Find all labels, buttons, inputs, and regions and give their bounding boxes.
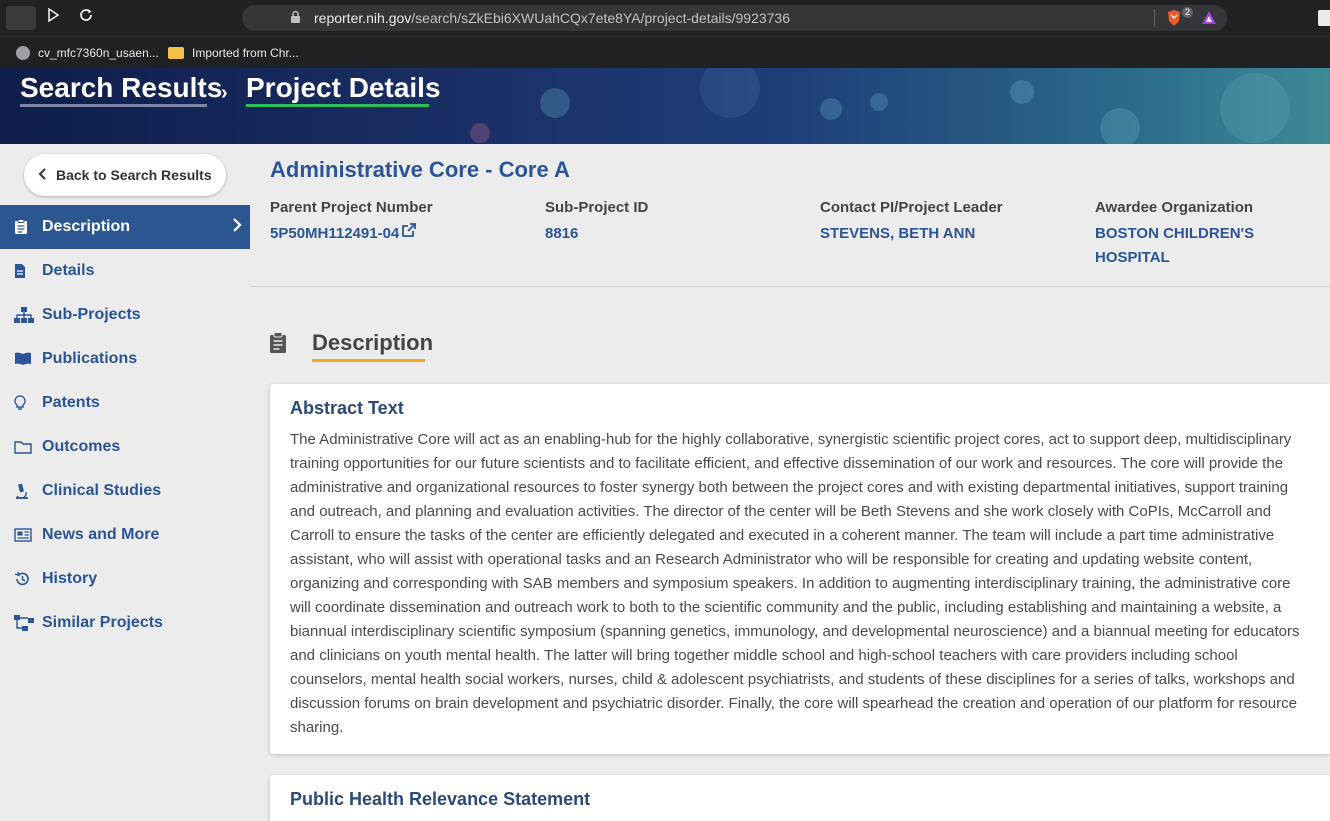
url-path: /search/sZkEbi6XWUahCQx7ete8YA/project-d… <box>411 10 791 26</box>
sidebar-item-label: Clinical Studies <box>42 482 162 499</box>
sidebar-item-details[interactable]: Details <box>0 249 250 293</box>
bookmark-folder[interactable]: Imported from Chr... <box>168 43 299 63</box>
reload-icon[interactable] <box>75 7 97 29</box>
microscope-icon <box>14 483 34 499</box>
breadcrumb-separator: › <box>221 82 228 104</box>
chevron-right-icon <box>232 217 242 238</box>
section-title: Description <box>312 330 434 355</box>
banner-decoration <box>1010 80 1034 104</box>
clipboard-icon <box>14 219 34 235</box>
project-title: Administrative Core - Core A <box>270 157 570 182</box>
public-health-title: Public Health Relevance Statement <box>290 789 591 809</box>
banner-decoration <box>870 93 888 111</box>
breadcrumb-search-results[interactable]: Search Results <box>20 72 222 104</box>
sidebar-item-label: Sub-Projects <box>42 306 141 323</box>
external-link-icon[interactable] <box>401 222 417 246</box>
lock-icon <box>291 10 300 23</box>
globe-icon <box>16 46 30 60</box>
back-to-search-button[interactable]: Back to Search Results <box>24 154 226 196</box>
tab-stub[interactable] <box>6 6 36 30</box>
bookmark-label: cv_mfc7360n_usaen... <box>38 46 159 60</box>
sidebar-item-label: Publications <box>42 350 138 367</box>
clipboard-icon <box>270 332 286 353</box>
folder-icon <box>14 439 34 455</box>
abstract-title: Abstract Text <box>290 398 404 418</box>
sidebar-item-label: Patents <box>42 394 100 411</box>
sidebar-item-description[interactable]: Description <box>0 205 250 249</box>
document-icon <box>14 263 34 279</box>
section-title-underline <box>312 359 425 362</box>
lightbulb-icon <box>14 395 34 411</box>
back-button-label: Back to Search Results <box>56 167 212 183</box>
folder-icon <box>168 47 184 59</box>
parent-project-field: Parent Project Number 5P50MH112491-04 <box>270 199 530 246</box>
sidebar-item-label: Details <box>42 262 95 279</box>
header-divider <box>250 286 1330 287</box>
brave-rewards-icon[interactable] <box>1201 10 1217 26</box>
history-icon <box>14 571 34 587</box>
sidebar-item-patents[interactable]: Patents <box>0 381 250 425</box>
abstract-card: Abstract Text The Administrative Core wi… <box>270 384 1330 754</box>
book-icon <box>14 351 34 367</box>
sidebar-item-label: History <box>42 570 98 587</box>
sidebar-item-history[interactable]: History <box>0 557 250 601</box>
sub-project-id-label: Sub-Project ID <box>545 199 649 216</box>
play-icon[interactable] <box>42 7 64 29</box>
breadcrumb-active-underline <box>246 104 429 107</box>
sidebar-item-clinical-studies[interactable]: Clinical Studies <box>0 469 250 513</box>
contact-pi-label: Contact PI/Project Leader <box>820 199 1003 216</box>
sidebar-item-publications[interactable]: Publications <box>0 337 250 381</box>
awardee-org-link[interactable]: BOSTON CHILDREN'S HOSPITAL <box>1095 222 1295 270</box>
public-health-card: Public Health Relevance Statement <box>270 775 1330 821</box>
breadcrumb-underline <box>20 104 207 107</box>
sub-project-id-field: Sub-Project ID 8816 <box>545 199 805 246</box>
brave-shield-icon[interactable] <box>1166 9 1182 27</box>
banner-decoration <box>540 88 570 118</box>
parent-project-label: Parent Project Number <box>270 199 433 216</box>
bookmarks-bar: cv_mfc7360n_usaen... Imported from Chr..… <box>0 36 1330 68</box>
parent-project-link[interactable]: 5P50MH112491-04 <box>270 225 399 242</box>
sidebar-item-news-and-more[interactable]: News and More <box>0 513 250 557</box>
banner-decoration <box>1100 108 1140 144</box>
network-icon <box>14 615 34 631</box>
extension-icon[interactable] <box>1318 10 1330 26</box>
chevron-left-icon <box>38 167 48 184</box>
address-bar[interactable]: reporter.nih.gov/search/sZkEbi6XWUahCQx7… <box>242 5 1227 31</box>
banner-decoration <box>820 98 842 120</box>
sidebar-item-outcomes[interactable]: Outcomes <box>0 425 250 469</box>
url-divider <box>1154 9 1155 27</box>
shield-count-badge: 2 <box>1182 7 1194 18</box>
sidebar-item-label: Description <box>42 218 131 235</box>
url-host: reporter.nih.gov <box>314 10 412 26</box>
awardee-org-field: Awardee Organization BOSTON CHILDREN'S H… <box>1095 199 1295 270</box>
contact-pi-field: Contact PI/Project Leader STEVENS, BETH … <box>820 199 1080 246</box>
browser-toolbar: reporter.nih.gov/search/sZkEbi6XWUahCQx7… <box>0 0 1330 36</box>
banner-decoration <box>700 68 760 118</box>
contact-pi-link[interactable]: STEVENS, BETH ANN <box>820 222 1080 246</box>
sidebar-item-sub-projects[interactable]: Sub-Projects <box>0 293 250 337</box>
sidebar-item-label: News and More <box>42 526 160 543</box>
banner-decoration <box>470 123 490 143</box>
url-text: reporter.nih.gov/search/sZkEbi6XWUahCQx7… <box>314 10 790 26</box>
sidebar-item-label: Outcomes <box>42 438 121 455</box>
awardee-org-label: Awardee Organization <box>1095 199 1254 216</box>
breadcrumb-project-details: Project Details <box>246 72 441 103</box>
sidebar-item-label: Similar Projects <box>42 614 163 631</box>
hierarchy-icon <box>14 307 34 323</box>
newspaper-icon <box>14 527 34 543</box>
bookmark-label: Imported from Chr... <box>192 46 299 60</box>
bookmark-item[interactable]: cv_mfc7360n_usaen... <box>16 43 159 63</box>
sub-project-id-value: 8816 <box>545 225 579 242</box>
sidebar-item-similar-projects[interactable]: Similar Projects <box>0 601 250 645</box>
banner-decoration <box>1220 73 1290 143</box>
abstract-text: The Administrative Core will act as an e… <box>290 431 1300 736</box>
